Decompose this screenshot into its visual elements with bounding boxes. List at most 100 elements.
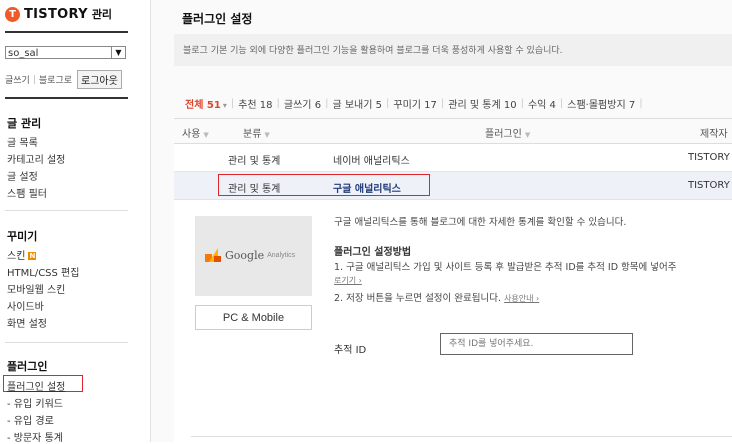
row-category: 관리 및 통계	[228, 184, 281, 195]
logout-button[interactable]: 로그아웃	[77, 70, 122, 89]
filter-recommended[interactable]: 추천 18	[234, 96, 276, 111]
howto-title: 플러그인 설정방법	[334, 247, 412, 258]
header-author: 제작자	[700, 129, 728, 140]
row-plugin-name: 네이버 애널리틱스	[333, 156, 410, 167]
chevron-down-icon: ▼	[203, 131, 209, 139]
sidebar: T TISTORY 관리 so_sal ▼ 글쓰기 | 블로그로 로그아웃 글 …	[0, 0, 151, 444]
chevron-down-icon: ▾	[222, 101, 227, 110]
sidebar-item-sidebar[interactable]: 사이드바	[7, 298, 44, 313]
filter-all[interactable]: 전체 51 ▾	[185, 96, 231, 111]
plugin-table: 사용 ▼ 분류 ▼ 플러그인 ▼ 제작자 관리 및 통계 네이버 애널리틱스 TIST…	[174, 118, 732, 443]
chevron-down-icon: ▼	[524, 131, 531, 139]
filter-label: 글쓰기	[283, 100, 312, 111]
filter-revenue[interactable]: 수익 4	[524, 96, 560, 111]
filter-count: 7	[628, 100, 636, 111]
row-plugin-name: 구글 애널리틱스	[333, 184, 401, 195]
table-header: 사용 ▼ 분류 ▼ 플러그인 ▼ 제작자	[174, 119, 732, 144]
tracking-id-input[interactable]	[440, 333, 633, 355]
sidebar-divider	[5, 97, 128, 99]
section-title-post: 글 관리	[7, 117, 42, 130]
chevron-down-icon: ▼	[264, 131, 270, 139]
filter-spam[interactable]: 스팸·몰펌방지 7	[563, 96, 639, 111]
platform-badge: PC & Mobile	[195, 305, 312, 330]
header-label: 분류	[243, 129, 262, 140]
page-description: 블로그 기본 기능 외에 다양한 플러그인 기능을 활용하여 블로그를 더욱 풍…	[183, 46, 563, 56]
filter-writing[interactable]: 글쓰기 6	[280, 96, 325, 111]
link-separator: |	[32, 74, 36, 85]
sidebar-item-inflow-path[interactable]: - 유입 경로	[7, 412, 54, 427]
filter-send[interactable]: 글 보내기 5	[328, 96, 386, 111]
sidebar-divider	[5, 342, 128, 343]
tracking-id-label: 추적 ID	[334, 345, 367, 356]
filter-design[interactable]: 꾸미기 17	[389, 96, 441, 111]
filter-separator: |	[639, 98, 643, 109]
sidebar-divider	[5, 210, 128, 211]
brand-sub: 관리	[91, 8, 113, 21]
tistory-logo[interactable]: T TISTORY 관리	[5, 6, 112, 22]
sidebar-item-category[interactable]: 카테고리 설정	[7, 151, 65, 166]
google-analytics-logo: Google Analytics	[205, 248, 295, 262]
table-row-selected[interactable]: 관리 및 통계 구글 애널리틱스 TISTORY	[174, 172, 732, 200]
new-badge: N	[28, 252, 37, 260]
sidebar-item-mobile-skin[interactable]: 모바일웹 스킨	[7, 281, 65, 296]
howto-step1: 1. 구글 애널리틱스 가입 및 사이트 등록 후 발급받은 추적 ID를 추적…	[334, 262, 677, 273]
section-title-design: 꾸미기	[7, 230, 38, 243]
sidebar-item-html-css[interactable]: HTML/CSS 편집	[7, 264, 79, 279]
filter-label: 스팸·몰펌방지	[567, 100, 626, 111]
filter-label: 글 보내기	[332, 100, 373, 111]
filter-count: 51	[206, 100, 221, 111]
description-box: 블로그 기본 기능 외에 다양한 플러그인 기능을 활용하여 블로그를 더욱 풍…	[174, 34, 732, 66]
sidebar-divider	[5, 31, 128, 33]
logo-text: Google	[225, 248, 265, 262]
blog-select[interactable]: so_sal ▼	[5, 46, 126, 59]
tistory-logo-icon: T	[5, 6, 20, 22]
row-author: TISTORY	[688, 152, 730, 163]
plugin-detail: Google Analytics PC & Mobile 구글 애널리틱스를 통…	[174, 200, 732, 443]
row-category: 관리 및 통계	[228, 156, 281, 167]
filter-label: 전체	[185, 100, 204, 111]
header-use[interactable]: 사용 ▼	[182, 125, 209, 140]
write-link[interactable]: 글쓰기	[5, 73, 30, 86]
main-content: 플러그인 설정 블로그 기본 기능 외에 다양한 플러그인 기능을 활용하여 블…	[151, 0, 732, 443]
plugin-summary: 구글 애널리틱스를 통해 블로그에 대한 자세한 통계를 확인할 수 있습니다.	[334, 217, 627, 228]
header-plugin[interactable]: 플러그인 ▼	[485, 125, 530, 140]
usage-guide-link[interactable]: 사용안내 ›	[504, 294, 539, 303]
header-label: 플러그인	[485, 129, 522, 140]
sidebar-item-spam-filter[interactable]: 스팸 필터	[7, 185, 47, 200]
filter-management[interactable]: 관리 및 통계 10	[444, 96, 520, 111]
plugin-thumbnail: Google Analytics	[195, 216, 312, 296]
more-link[interactable]: 로기기 ›	[334, 275, 362, 286]
header-category[interactable]: 분류 ▼	[243, 125, 270, 140]
filter-count: 17	[424, 100, 437, 111]
sidebar-item-inflow-keyword[interactable]: - 유입 키워드	[7, 395, 63, 410]
chevron-down-icon[interactable]: ▼	[111, 47, 125, 58]
table-row[interactable]: 관리 및 통계 네이버 애널리틱스 TISTORY	[174, 144, 732, 172]
brand-name: TISTORY	[24, 6, 88, 22]
blog-select-value: so_sal	[8, 48, 39, 59]
quick-links: 글쓰기 | 블로그로 로그아웃	[5, 70, 122, 89]
skin-label: 스킨	[7, 251, 26, 262]
filter-count: 10	[503, 100, 517, 111]
filter-label: 추천	[238, 100, 257, 111]
section-title-plugin: 플러그인	[7, 360, 48, 373]
link-text: 로기기 ›	[334, 276, 362, 285]
detail-divider	[191, 436, 732, 437]
sidebar-item-plugin-settings[interactable]: 플러그인 설정	[7, 378, 65, 393]
filter-count: 4	[549, 100, 556, 111]
sidebar-item-screen-settings[interactable]: 화면 설정	[7, 315, 47, 330]
sidebar-item-skin[interactable]: 스킨 N	[7, 247, 37, 262]
analytics-chart-icon	[205, 248, 221, 262]
filter-tabs: 전체 51 ▾ | 추천 18 | 글쓰기 6 | 글 보내기 5 | 꾸미기 1…	[185, 96, 643, 111]
logo-sub-text: Analytics	[267, 251, 296, 259]
filter-label: 관리 및 통계	[448, 100, 501, 111]
filter-count: 5	[375, 100, 382, 111]
row-author: TISTORY	[688, 180, 730, 191]
sidebar-item-post-list[interactable]: 글 목록	[7, 134, 38, 149]
sidebar-item-post-settings[interactable]: 글 설정	[7, 168, 38, 183]
header-label: 사용	[182, 129, 201, 140]
filter-label: 꾸미기	[393, 100, 421, 111]
filter-label: 수익	[527, 100, 547, 111]
howto-step2: 2. 저장 버튼을 누르면 설정이 완료됩니다. 사용안내 ›	[334, 290, 539, 304]
filter-count: 18	[259, 100, 273, 111]
blog-link[interactable]: 블로그로	[39, 73, 72, 86]
